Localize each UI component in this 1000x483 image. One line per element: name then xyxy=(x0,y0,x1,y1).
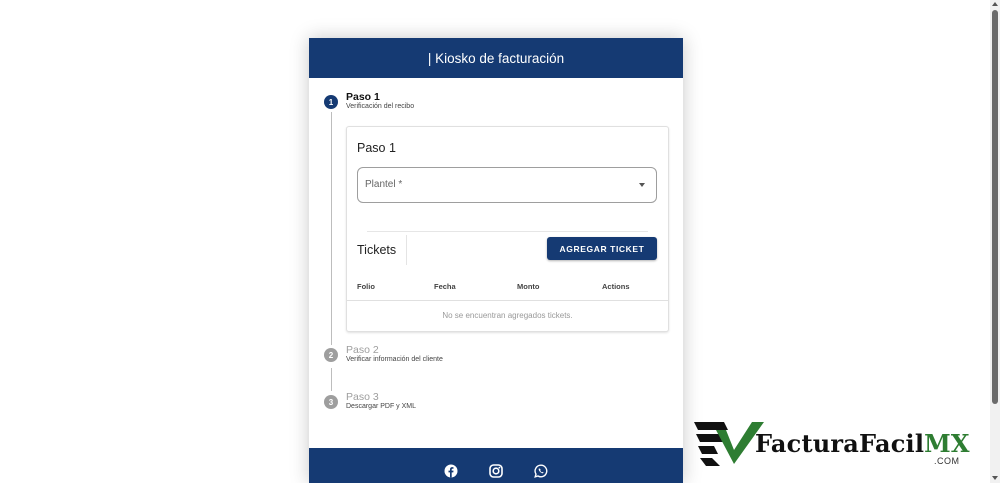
tickets-title: Tickets xyxy=(357,243,397,257)
plantel-label: Plantel * xyxy=(365,179,403,190)
step-2-subtitle: Verificar información del cliente xyxy=(346,356,443,363)
panel-divider xyxy=(367,231,648,232)
step-1-subtitle: Verificación del recibo xyxy=(346,103,415,110)
page-scrollbar[interactable] xyxy=(990,0,1000,483)
step-3-indicator: 3 xyxy=(324,395,338,409)
step-3-subtitle: Descargar PDF y XML xyxy=(346,403,417,410)
step-2-number: 2 xyxy=(328,350,334,360)
facturafacilmx-logo: FacturaFacilMX .COM xyxy=(694,420,990,468)
column-header-actions[interactable]: Actions xyxy=(602,282,630,291)
step-1-panel: Paso 1 Plantel * Tickets AGREGAR TICKET … xyxy=(346,126,669,332)
tickets-separator xyxy=(406,235,407,265)
step-1-connector xyxy=(331,112,332,345)
table-header-divider xyxy=(347,300,668,301)
step-1-title[interactable]: Paso 1 xyxy=(346,91,380,103)
logo-word-3: MX xyxy=(924,429,970,458)
scroll-up-arrow-icon[interactable] xyxy=(992,2,998,6)
scroll-down-arrow-icon[interactable] xyxy=(992,476,998,480)
logo-word-2: Facil xyxy=(859,429,925,458)
facebook-icon[interactable] xyxy=(444,464,458,478)
step-2-title[interactable]: Paso 2 xyxy=(346,344,379,356)
kiosk-header: | Kiosko de facturación xyxy=(309,38,683,78)
kiosk-card: | Kiosko de facturación 1 Paso 1 Verific… xyxy=(309,38,683,483)
step-2-connector xyxy=(331,368,332,391)
instagram-icon[interactable] xyxy=(489,464,503,478)
step-1-number: 1 xyxy=(328,97,334,107)
logo-word-1: Factura xyxy=(755,429,860,458)
kiosk-footer xyxy=(309,448,683,483)
whatsapp-icon[interactable] xyxy=(534,464,548,478)
add-ticket-button[interactable]: AGREGAR TICKET xyxy=(547,237,657,260)
step-2-indicator: 2 xyxy=(324,348,338,362)
kiosk-title: | Kiosko de facturación xyxy=(427,50,565,66)
column-header-folio[interactable]: Folio xyxy=(357,282,375,291)
plantel-select[interactable]: Plantel * xyxy=(357,167,657,203)
logo-mark-icon xyxy=(694,422,764,466)
step-3-title[interactable]: Paso 3 xyxy=(346,391,379,403)
empty-tickets-message: No se encuentran agregados tickets. xyxy=(442,311,573,320)
column-header-monto[interactable]: Monto xyxy=(517,282,540,291)
dropdown-arrow-icon xyxy=(639,183,645,187)
column-header-fecha[interactable]: Fecha xyxy=(434,282,456,291)
logo-wordmark: FacturaFacilMX xyxy=(755,429,970,458)
logo-domain: .COM xyxy=(934,456,960,466)
scrollbar-thumb[interactable] xyxy=(992,10,998,404)
panel-title: Paso 1 xyxy=(357,141,396,155)
step-3-number: 3 xyxy=(328,397,334,407)
step-1-indicator: 1 xyxy=(324,95,338,109)
